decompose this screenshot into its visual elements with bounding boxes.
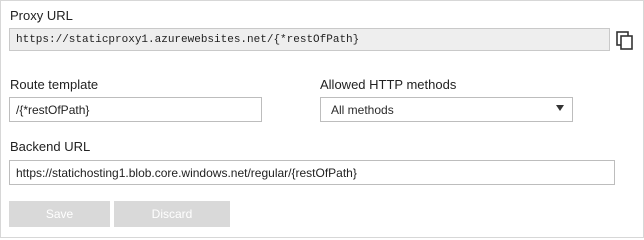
proxy-url-field[interactable]: https://staticproxy1.azurewebsites.net/{… bbox=[9, 28, 610, 51]
allowed-methods-select[interactable]: All methods bbox=[320, 97, 573, 122]
form-panel: Proxy URL https://staticproxy1.azurewebs… bbox=[0, 0, 644, 238]
backend-url-label: Backend URL bbox=[10, 139, 91, 154]
backend-url-input[interactable]: https://statichosting1.blob.core.windows… bbox=[9, 160, 615, 185]
route-template-input[interactable]: /{*restOfPath} bbox=[9, 97, 262, 122]
discard-button[interactable]: Discard bbox=[114, 201, 230, 227]
save-button[interactable]: Save bbox=[9, 201, 110, 227]
allowed-methods-value: All methods bbox=[331, 103, 394, 117]
copy-icon bbox=[616, 31, 633, 50]
route-template-label: Route template bbox=[10, 77, 99, 92]
proxy-url-label: Proxy URL bbox=[10, 8, 73, 23]
copy-button[interactable] bbox=[614, 29, 636, 51]
chevron-down-icon bbox=[556, 105, 564, 111]
allowed-methods-label: Allowed HTTP methods bbox=[320, 77, 457, 92]
